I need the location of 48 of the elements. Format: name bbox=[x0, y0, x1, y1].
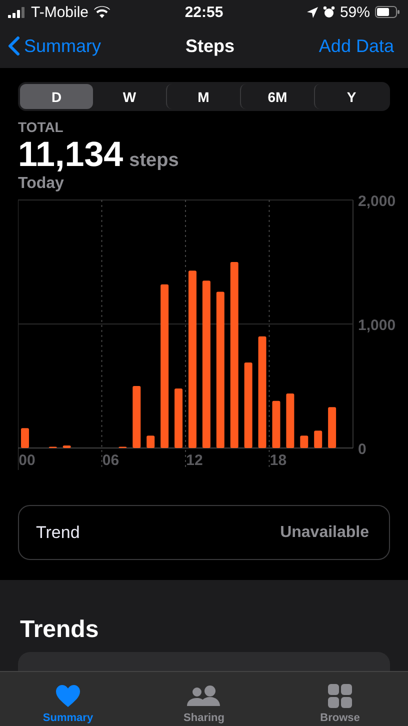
chart-bar bbox=[272, 400, 280, 448]
location-arrow-icon bbox=[306, 6, 318, 18]
people-icon bbox=[187, 684, 221, 708]
chart-bar bbox=[174, 388, 183, 448]
x-axis-label: 06 bbox=[102, 452, 120, 469]
period-tab[interactable]: M bbox=[166, 84, 240, 109]
unit-label: steps bbox=[129, 150, 179, 172]
tab-bar-item[interactable]: Browse bbox=[272, 672, 408, 726]
trend-value: Unavailable bbox=[280, 524, 369, 542]
wifi-icon bbox=[94, 6, 110, 18]
chart-bar bbox=[314, 430, 322, 448]
period-tab[interactable]: Y bbox=[314, 84, 388, 109]
battery-icon bbox=[375, 6, 400, 18]
grid-icon bbox=[328, 684, 352, 708]
battery-percent: 59% bbox=[340, 4, 370, 20]
y-axis-label: 0 bbox=[358, 441, 366, 458]
chart-bar bbox=[20, 428, 29, 448]
section-heading: Trends bbox=[19, 615, 100, 644]
tab-bar-item[interactable]: Summary bbox=[0, 672, 136, 726]
chart-bar bbox=[328, 407, 336, 448]
period-tab[interactable]: W bbox=[93, 84, 166, 109]
signal-icon bbox=[8, 6, 26, 18]
y-axis-label: 2,000 bbox=[358, 195, 396, 210]
screen-title: Steps bbox=[185, 36, 234, 56]
tab-bar-item[interactable]: Sharing bbox=[136, 672, 272, 726]
clock-time: 22:55 bbox=[184, 4, 224, 20]
chevron-left-icon bbox=[8, 36, 20, 56]
trend-card[interactable]: Trend Unavailable bbox=[18, 505, 390, 560]
chart-bar bbox=[286, 393, 294, 448]
trend-label: Trend bbox=[36, 522, 80, 542]
y-axis-label: 1,000 bbox=[358, 317, 396, 334]
back-button[interactable]: Summary bbox=[8, 36, 102, 56]
chart-bar bbox=[300, 436, 308, 448]
carrier-name: T-Mobile bbox=[31, 4, 89, 20]
alarm-icon bbox=[322, 6, 335, 18]
period-label: Today bbox=[18, 175, 65, 193]
heart-icon bbox=[55, 684, 81, 708]
chart-bar bbox=[146, 436, 155, 448]
period-tab[interactable]: 6M bbox=[240, 84, 314, 109]
step-count: 11,134 bbox=[18, 135, 124, 175]
chart-bar bbox=[132, 386, 141, 448]
total-label: TOTAL bbox=[18, 119, 64, 135]
chart-bar bbox=[62, 446, 71, 448]
x-axis-label: 12 bbox=[186, 452, 203, 469]
add-data-button[interactable]: Add Data bbox=[318, 36, 394, 56]
x-axis-label: 00 bbox=[18, 452, 36, 469]
x-axis-label: 18 bbox=[270, 452, 287, 469]
period-tab[interactable]: D bbox=[20, 84, 93, 109]
